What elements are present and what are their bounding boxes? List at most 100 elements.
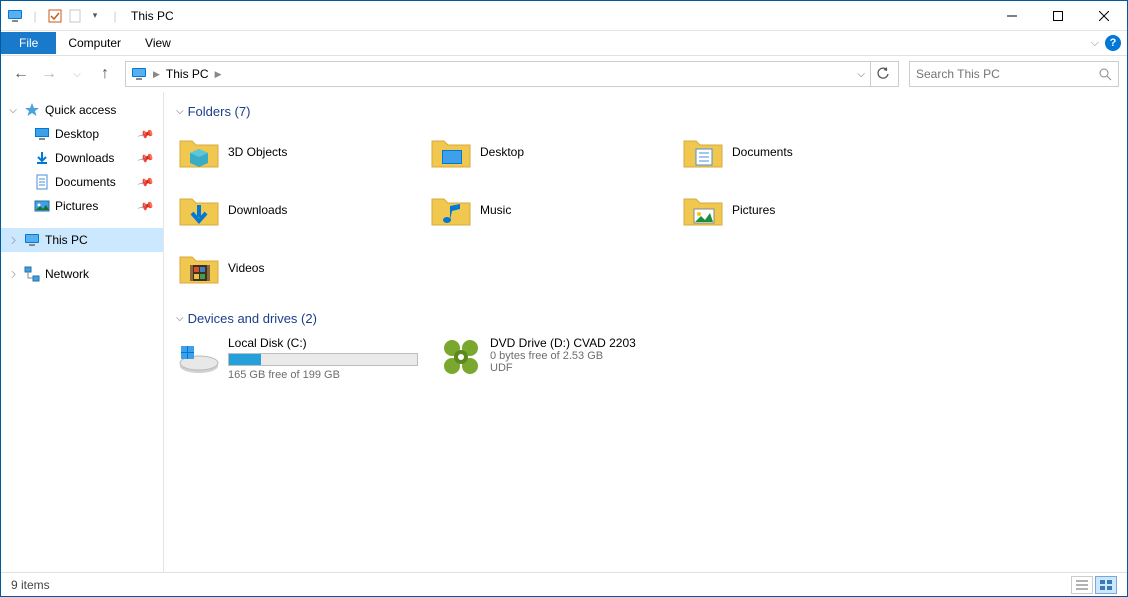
folder-label: Pictures xyxy=(732,203,775,217)
tree-downloads[interactable]: Downloads 📌 xyxy=(1,146,163,170)
window-title: This PC xyxy=(131,9,174,23)
folder-label: Music xyxy=(480,203,511,217)
refresh-button[interactable] xyxy=(870,62,894,86)
chevron-down-icon[interactable]: ⌵ xyxy=(7,105,19,116)
tree-label: Desktop xyxy=(55,127,99,141)
tree-label: Network xyxy=(45,267,89,281)
folder-icon xyxy=(682,189,724,231)
tree-this-pc[interactable]: ⌵ This PC xyxy=(1,228,163,252)
search-input[interactable] xyxy=(916,67,1099,81)
drive-freespace: 0 bytes free of 2.53 GB xyxy=(490,350,686,362)
chevron-down-icon[interactable]: ⌵ xyxy=(176,106,184,117)
folder-icon xyxy=(178,247,220,289)
forward-button[interactable]: → xyxy=(37,62,61,86)
qat-separator: | xyxy=(27,8,43,24)
tab-file[interactable]: File xyxy=(1,32,56,54)
drive-name: DVD Drive (D:) CVAD 2203 xyxy=(490,336,686,350)
view-large-icons-button[interactable] xyxy=(1095,576,1117,594)
folder-label: Videos xyxy=(228,261,264,275)
close-button[interactable] xyxy=(1081,1,1127,31)
drive-usage-bar xyxy=(228,353,418,366)
address-history-dropdown[interactable]: ⌵ xyxy=(851,69,871,80)
chevron-right-icon[interactable]: ⌵ xyxy=(8,234,19,246)
drive-name: Local Disk (C:) xyxy=(228,336,424,350)
tree-label: Pictures xyxy=(55,199,98,213)
folder-music[interactable]: Music xyxy=(428,185,668,235)
recent-dropdown[interactable]: ⌵ xyxy=(65,62,89,86)
tree-desktop[interactable]: Desktop 📌 xyxy=(1,122,163,146)
view-details-button[interactable] xyxy=(1071,576,1093,594)
drive-freespace: 165 GB free of 199 GB xyxy=(228,369,424,381)
status-item-count: 9 items xyxy=(11,578,50,592)
qat-dropdown-icon[interactable]: ▾ xyxy=(87,8,103,24)
drive-local-c[interactable]: Local Disk (C:) 165 GB free of 199 GB xyxy=(176,334,426,383)
group-header-drives[interactable]: ⌵ Devices and drives (2) xyxy=(176,311,1115,326)
tree-network[interactable]: ⌵ Network xyxy=(1,262,163,286)
tab-view[interactable]: View xyxy=(133,32,183,54)
folder-label: Desktop xyxy=(480,145,524,159)
hdd-icon xyxy=(178,336,220,378)
pin-icon[interactable]: 📌 xyxy=(137,125,155,143)
folder-icon xyxy=(430,131,472,173)
search-icon[interactable] xyxy=(1099,68,1112,81)
address-this-pc-icon xyxy=(130,65,148,83)
chevron-right-icon[interactable]: ⌵ xyxy=(8,268,19,280)
folder-icon xyxy=(682,131,724,173)
breadcrumb-this-pc[interactable]: This PC xyxy=(161,65,214,83)
drive-dvd-d[interactable]: DVD Drive (D:) CVAD 2203 0 bytes free of… xyxy=(438,334,688,383)
address-sep-icon-2[interactable]: ▶ xyxy=(215,69,222,80)
maximize-button[interactable] xyxy=(1035,1,1081,31)
folder-label: Downloads xyxy=(228,203,287,217)
folder-videos[interactable]: Videos xyxy=(176,243,416,293)
search-box[interactable] xyxy=(909,61,1119,87)
folder-desktop[interactable]: Desktop xyxy=(428,127,668,177)
folder-icon xyxy=(430,189,472,231)
back-button[interactable]: ← xyxy=(9,62,33,86)
qat-separator-2: | xyxy=(107,8,123,24)
group-header-label: Folders (7) xyxy=(188,104,251,119)
documents-icon xyxy=(33,173,51,191)
tree-documents[interactable]: Documents 📌 xyxy=(1,170,163,194)
qat-properties-icon[interactable] xyxy=(47,8,63,24)
address-sep-icon[interactable]: ▶ xyxy=(153,69,160,80)
this-pc-icon xyxy=(7,8,23,24)
help-icon[interactable]: ? xyxy=(1105,35,1121,51)
folder-icon xyxy=(178,189,220,231)
pin-icon[interactable]: 📌 xyxy=(137,173,155,191)
tree-label: This PC xyxy=(45,233,88,247)
statusbar: 9 items xyxy=(1,572,1127,596)
folder-3d-objects[interactable]: 3D Objects xyxy=(176,127,416,177)
folder-label: Documents xyxy=(732,145,793,159)
navbar: ← → ⌵ ↑ ▶ This PC ▶ ⌵ xyxy=(1,56,1127,92)
up-button[interactable]: ↑ xyxy=(93,62,117,86)
network-icon xyxy=(23,265,41,283)
drive-filesystem: UDF xyxy=(490,362,686,374)
drive-usage-fill xyxy=(229,354,261,365)
folder-icon xyxy=(178,131,220,173)
tree-pictures[interactable]: Pictures 📌 xyxy=(1,194,163,218)
minimize-button[interactable] xyxy=(989,1,1035,31)
tree-label: Downloads xyxy=(55,151,114,165)
pin-icon[interactable]: 📌 xyxy=(137,197,155,215)
tree-quick-access[interactable]: ⌵ Quick access xyxy=(1,98,163,122)
ribbon-expand-icon[interactable]: ⌵ xyxy=(1091,37,1099,50)
content-pane: ⌵ Folders (7) 3D Objects Desktop Docum xyxy=(164,92,1127,572)
downloads-icon xyxy=(33,149,51,167)
folder-label: 3D Objects xyxy=(228,145,287,159)
chevron-down-icon[interactable]: ⌵ xyxy=(176,313,184,324)
this-pc-icon xyxy=(23,231,41,249)
tree-label: Quick access xyxy=(45,103,116,117)
pin-icon[interactable]: 📌 xyxy=(137,149,155,167)
qat-newfolder-icon[interactable] xyxy=(67,8,83,24)
address-bar[interactable]: ▶ This PC ▶ ⌵ xyxy=(125,61,899,87)
folder-downloads[interactable]: Downloads xyxy=(176,185,416,235)
titlebar: | ▾ | This PC xyxy=(1,1,1127,31)
group-header-label: Devices and drives (2) xyxy=(188,311,317,326)
group-header-folders[interactable]: ⌵ Folders (7) xyxy=(176,104,1115,119)
star-icon xyxy=(23,101,41,119)
pictures-icon xyxy=(33,197,51,215)
folder-documents[interactable]: Documents xyxy=(680,127,920,177)
tab-computer[interactable]: Computer xyxy=(56,32,133,54)
desktop-icon xyxy=(33,125,51,143)
folder-pictures[interactable]: Pictures xyxy=(680,185,920,235)
